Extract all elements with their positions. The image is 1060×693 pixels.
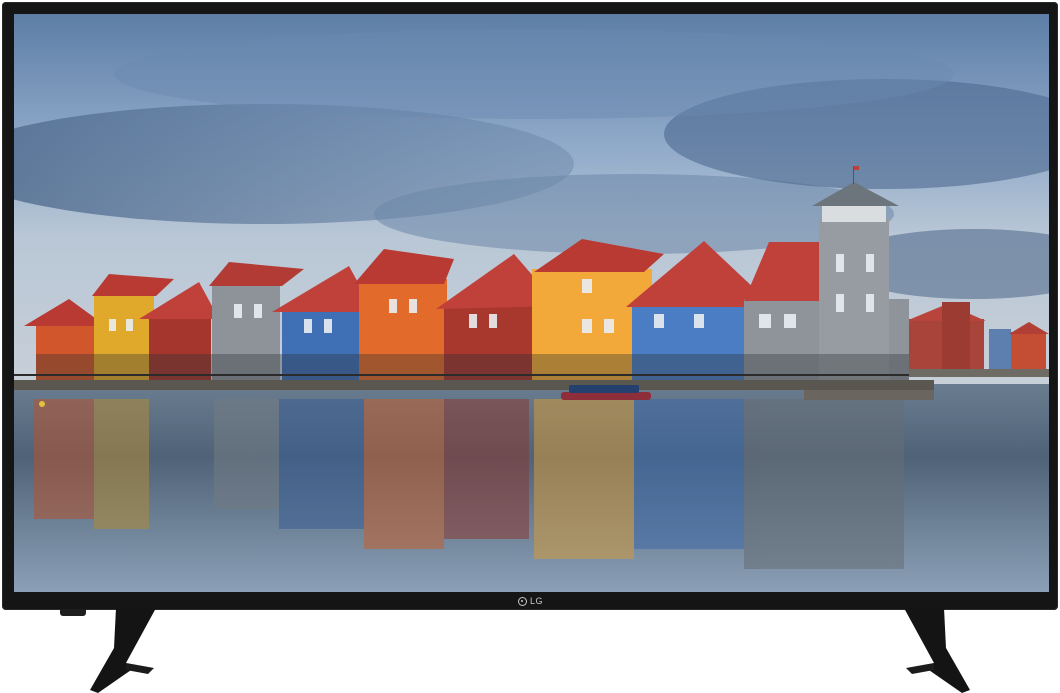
window — [234, 304, 242, 318]
stand-leg — [904, 608, 970, 693]
window — [389, 299, 397, 313]
window — [784, 314, 796, 328]
reflection — [214, 399, 279, 509]
lg-logo: LG — [518, 596, 543, 606]
window — [694, 314, 704, 328]
flag — [854, 166, 859, 170]
window — [866, 294, 874, 312]
window — [604, 319, 614, 333]
ground-floor — [36, 354, 909, 382]
window — [304, 319, 312, 333]
reflection — [634, 399, 744, 549]
reflection — [364, 399, 444, 549]
tv-screen — [14, 14, 1049, 592]
building — [989, 329, 1011, 371]
stand-leg — [90, 608, 156, 693]
tv-bezel: LG — [2, 2, 1058, 610]
reflection — [744, 399, 904, 569]
window — [582, 279, 592, 293]
reflection — [94, 399, 149, 529]
window — [109, 319, 116, 331]
window — [836, 294, 844, 312]
flag-pole — [853, 166, 854, 184]
ir-sensor — [60, 609, 86, 616]
dock-edge — [804, 390, 934, 400]
stand-right — [904, 608, 970, 693]
reflection — [444, 399, 529, 539]
screen-image — [14, 14, 1049, 592]
shore — [909, 369, 1049, 377]
stand-foot — [126, 663, 154, 674]
building — [1011, 332, 1046, 374]
window — [469, 314, 477, 328]
window — [866, 254, 874, 272]
window — [409, 299, 417, 313]
stand-foot — [906, 663, 934, 674]
window — [582, 319, 592, 333]
product-photo: LG — [0, 0, 1060, 693]
dock — [14, 380, 934, 390]
buoy — [39, 401, 45, 407]
window — [324, 319, 332, 333]
boat-cover — [569, 385, 639, 393]
window — [654, 314, 664, 328]
window — [126, 319, 133, 331]
tower — [942, 302, 970, 372]
window — [254, 304, 262, 318]
dock-railing — [14, 374, 934, 376]
boat — [561, 392, 651, 400]
window — [759, 314, 771, 328]
window — [836, 254, 844, 272]
lg-logo-icon — [518, 596, 527, 606]
reflection — [34, 399, 94, 519]
reflection — [534, 399, 634, 559]
lg-logo-text: LG — [530, 596, 544, 606]
stand-left — [90, 608, 156, 693]
reflection — [279, 399, 364, 529]
cloud — [114, 29, 954, 119]
window — [489, 314, 497, 328]
